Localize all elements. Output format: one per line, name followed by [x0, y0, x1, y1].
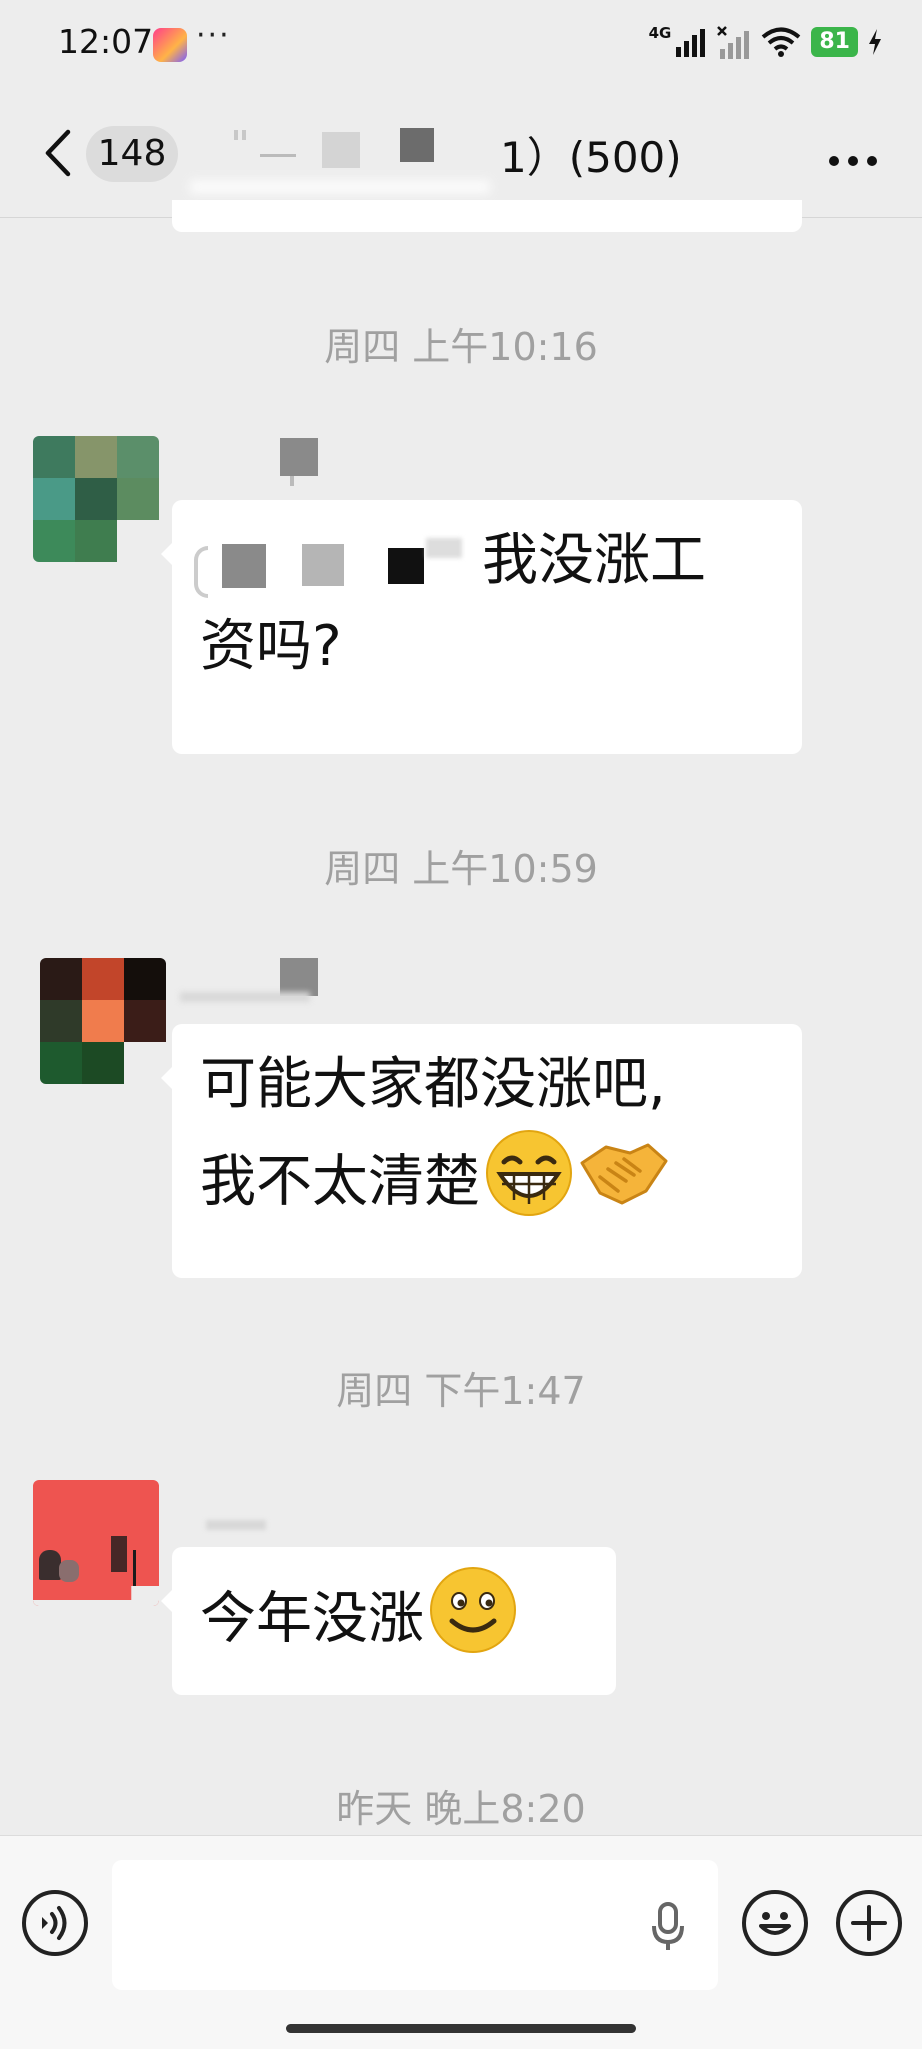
message-line-1: 可能大家都没涨吧, [200, 1052, 666, 1117]
wifi-icon [762, 27, 801, 57]
charging-icon [869, 29, 881, 55]
sender-name-redacted [206, 1520, 266, 1530]
voice-toggle-icon [42, 1906, 67, 1940]
status-indicators: 4G 81 [649, 22, 882, 62]
sender-name-redacted [180, 958, 340, 1008]
status-more-dots: ··· [196, 18, 231, 53]
emoji-button[interactable] [742, 1890, 808, 1956]
sender-name-redacted [180, 438, 340, 488]
battery-level: 81 [811, 27, 858, 57]
timestamp: 周四 上午10:59 [324, 847, 598, 891]
avatar[interactable] [40, 958, 166, 1084]
previous-message-bubble[interactable] [172, 200, 802, 232]
message-bubble[interactable]: 我没涨工 资吗? [161, 500, 802, 754]
back-button[interactable] [40, 128, 80, 178]
signal-icon [676, 29, 706, 57]
more-functions-button[interactable] [836, 1890, 902, 1956]
emoji-icon [759, 1912, 791, 1935]
grin-emoji [484, 1128, 574, 1243]
plus-icon [851, 1905, 887, 1941]
unread-count-badge[interactable]: 148 [86, 126, 178, 182]
chat-title: 1）(500) [500, 133, 682, 182]
microphone-icon [652, 1902, 684, 1950]
status-time: 12:07 [58, 22, 154, 61]
handshake-emoji [578, 1133, 670, 1238]
avatar[interactable] [33, 436, 159, 562]
smile-emoji [428, 1565, 518, 1680]
chevron-left-icon [45, 129, 71, 177]
mention-redacted [194, 538, 484, 598]
avatar[interactable] [33, 1480, 159, 1606]
more-dots-icon [829, 156, 877, 166]
timestamp: 周四 下午1:47 [336, 1369, 586, 1413]
network-type: 4G [648, 24, 672, 42]
message-text: 我没涨工 资吗? [194, 518, 774, 690]
message-bubble[interactable]: 可能大家都没涨吧, 我不太清楚 [161, 1024, 802, 1278]
message-bubble[interactable]: 今年没涨 [161, 1547, 616, 1695]
timestamp: 周四 上午10:16 [324, 325, 598, 369]
signal-off-icon [717, 26, 750, 59]
home-indicator[interactable] [286, 2024, 636, 2033]
chat-title-redacted [190, 128, 490, 194]
voice-input-button[interactable] [650, 1902, 686, 1952]
message-line-1: 今年没涨 [200, 1586, 424, 1652]
more-options-button[interactable] [828, 136, 878, 167]
voice-toggle-button[interactable] [22, 1890, 88, 1956]
message-line-2: 资吗? [200, 614, 342, 679]
message-line-2: 我不太清楚 [200, 1149, 480, 1215]
message-input[interactable] [112, 1860, 718, 1990]
timestamp: 昨天 晚上8:20 [336, 1787, 586, 1831]
app-notification-icon [153, 28, 187, 62]
